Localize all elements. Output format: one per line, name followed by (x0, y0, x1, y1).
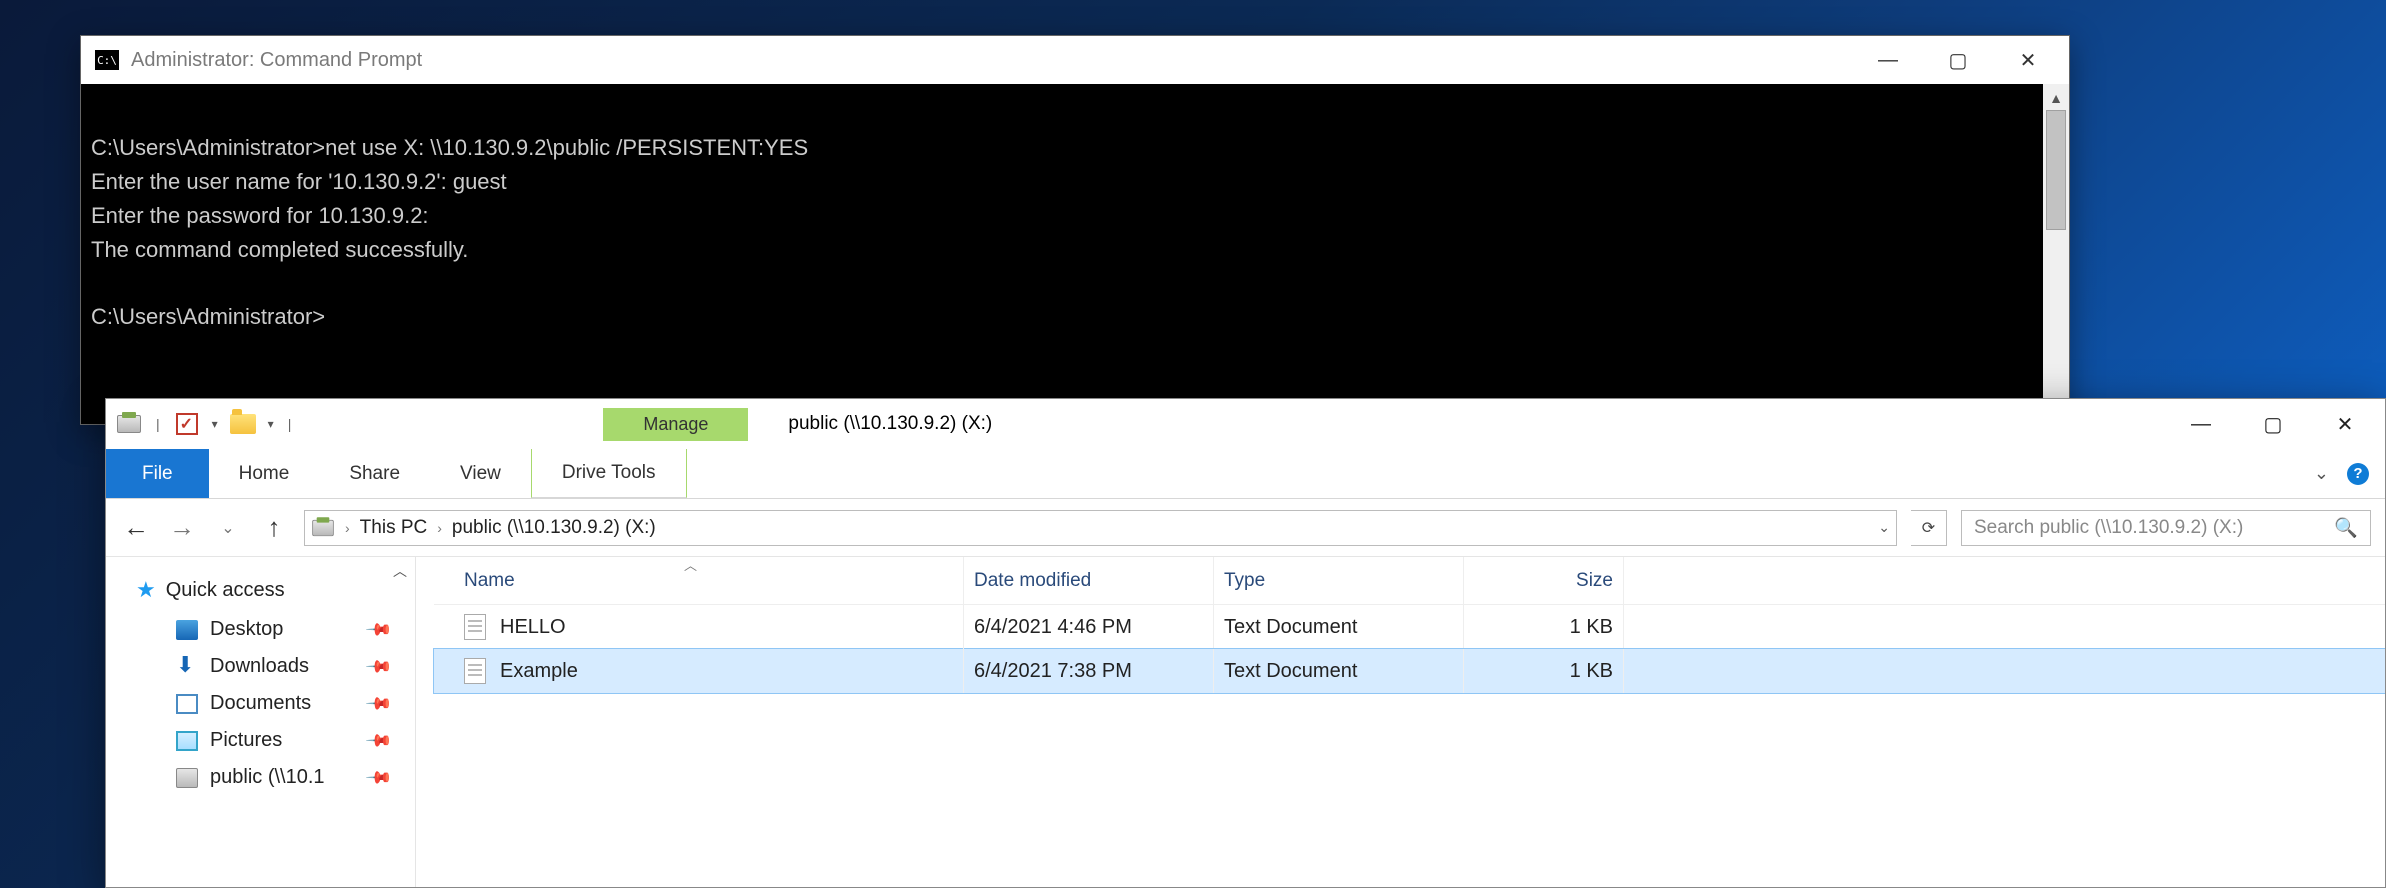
col-date[interactable]: Date modified (964, 557, 1214, 604)
back-button[interactable]: ← (120, 512, 152, 543)
qat-sep: | (156, 416, 160, 432)
maximize-button[interactable]: ▢ (2237, 399, 2309, 449)
address-bar-row: ← → ⌄ ↑ › This PC › public (\\10.130.9.2… (106, 499, 2385, 557)
col-size[interactable]: Size (1464, 557, 1624, 604)
downloads-icon: ⬇ (176, 657, 198, 677)
refresh-button[interactable]: ⟳ (1911, 510, 1947, 546)
pin-icon: 📌 (364, 652, 393, 681)
col-date-label: Date modified (974, 570, 1091, 592)
chevron-right-icon[interactable]: › (437, 520, 442, 536)
navigation-pane[interactable]: ︿ ★ Quick access Desktop 📌 ⬇ Downloads 📌 (106, 557, 416, 887)
folder-icon[interactable] (230, 413, 256, 435)
ribbon-collapse-icon[interactable]: ⌄ (2314, 463, 2329, 484)
nav-label: public (\\10.1 (210, 766, 325, 789)
tab-home[interactable]: Home (209, 449, 320, 498)
qat-customize-icon[interactable]: ▾ (268, 417, 274, 431)
nav-quick-access[interactable]: ★ Quick access (136, 569, 415, 611)
breadcrumb-location[interactable]: public (\\10.130.9.2) (X:) (452, 517, 656, 539)
star-icon: ★ (136, 577, 156, 603)
file-name: HELLO (500, 616, 566, 639)
nav-item-public-drive[interactable]: public (\\10.1 📌 (136, 759, 415, 796)
text-file-icon (464, 614, 486, 640)
explorer-titlebar[interactable]: | ▾ ▾ | Manage public (\\10.130.9.2) (X:… (106, 399, 2385, 449)
location-drive-icon (312, 519, 334, 535)
address-dropdown-icon[interactable]: ⌄ (1878, 519, 1890, 536)
search-placeholder: Search public (\\10.130.9.2) (X:) (1974, 517, 2243, 539)
chevron-down-icon[interactable]: ▾ (212, 417, 218, 431)
qat-sep2: | (288, 416, 292, 432)
drive-icon[interactable] (116, 413, 142, 435)
scroll-up-icon[interactable]: ︿ (393, 561, 407, 581)
minimize-button[interactable]: — (2165, 399, 2237, 449)
file-type: Text Document (1214, 605, 1464, 649)
file-name: Example (500, 660, 578, 683)
nav-item-downloads[interactable]: ⬇ Downloads 📌 (136, 648, 415, 685)
address-bar[interactable]: › This PC › public (\\10.130.9.2) (X:) ⌄ (304, 510, 1897, 546)
cmd-title: Administrator: Command Prompt (131, 49, 422, 72)
pictures-icon (176, 731, 198, 751)
properties-icon[interactable] (174, 413, 200, 435)
tab-drive-tools[interactable]: Drive Tools (531, 449, 687, 498)
column-headers: Name ︿ Date modified Type Size (434, 557, 2385, 605)
pin-icon: 📌 (364, 615, 393, 644)
cmd-scrollbar[interactable]: ▲ (2043, 84, 2069, 424)
breadcrumb-this-pc[interactable]: This PC (360, 517, 428, 539)
scroll-thumb[interactable] (2046, 110, 2066, 230)
file-list-pane[interactable]: Name ︿ Date modified Type Size HELLO 6/4… (416, 557, 2385, 887)
nav-quick-label: Quick access (166, 579, 285, 602)
scroll-up-icon[interactable]: ▲ (2043, 88, 2069, 108)
nav-label: Desktop (210, 618, 283, 641)
pin-icon: 📌 (364, 726, 393, 755)
cmd-titlebar[interactable]: C:\ Administrator: Command Prompt — ▢ ✕ (81, 36, 2069, 84)
documents-icon (176, 694, 198, 714)
pin-icon: 📌 (364, 763, 393, 792)
col-name[interactable]: Name ︿ (434, 557, 964, 604)
minimize-button[interactable]: — (1853, 36, 1923, 84)
col-size-label: Size (1576, 570, 1613, 592)
chevron-right-icon[interactable]: › (345, 520, 350, 536)
command-prompt-window: C:\ Administrator: Command Prompt — ▢ ✕ … (80, 35, 2070, 425)
text-file-icon (464, 658, 486, 684)
file-row[interactable]: HELLO 6/4/2021 4:46 PM Text Document 1 K… (434, 605, 2385, 649)
nav-item-documents[interactable]: Documents 📌 (136, 685, 415, 722)
tab-file[interactable]: File (106, 449, 209, 498)
file-type: Text Document (1214, 649, 1464, 693)
col-name-label: Name (464, 570, 515, 592)
nav-label: Documents (210, 692, 311, 715)
window-title: public (\\10.130.9.2) (X:) (788, 413, 992, 435)
file-date: 6/4/2021 7:38 PM (964, 649, 1214, 693)
cmd-icon: C:\ (95, 50, 119, 70)
search-icon: 🔍 (2334, 516, 2358, 540)
pin-icon: 📌 (364, 689, 393, 718)
file-date: 6/4/2021 4:46 PM (964, 605, 1214, 649)
cmd-output[interactable]: C:\Users\Administrator>net use X: \\10.1… (81, 84, 2069, 424)
maximize-button[interactable]: ▢ (1923, 36, 1993, 84)
nav-label: Pictures (210, 729, 282, 752)
col-type-label: Type (1224, 570, 1265, 592)
network-drive-icon (176, 768, 198, 788)
nav-label: Downloads (210, 655, 309, 678)
desktop-icon (176, 620, 198, 640)
tab-view[interactable]: View (430, 449, 531, 498)
close-button[interactable]: ✕ (1993, 36, 2063, 84)
nav-item-pictures[interactable]: Pictures 📌 (136, 722, 415, 759)
contextual-tab-manage[interactable]: Manage (603, 408, 748, 441)
file-size: 1 KB (1464, 649, 1624, 693)
search-input[interactable]: Search public (\\10.130.9.2) (X:) 🔍 (1961, 510, 2371, 546)
explorer-window: | ▾ ▾ | Manage public (\\10.130.9.2) (X:… (105, 398, 2386, 888)
col-type[interactable]: Type (1214, 557, 1464, 604)
quick-access-toolbar: | ▾ ▾ | (116, 413, 293, 435)
forward-button[interactable]: → (166, 512, 198, 543)
cmd-text: C:\Users\Administrator>net use X: \\10.1… (91, 135, 808, 329)
file-row[interactable]: Example 6/4/2021 7:38 PM Text Document 1… (434, 649, 2385, 693)
help-icon[interactable]: ? (2347, 463, 2369, 485)
nav-item-desktop[interactable]: Desktop 📌 (136, 611, 415, 648)
up-button[interactable]: ↑ (258, 512, 290, 543)
file-size: 1 KB (1464, 605, 1624, 649)
ribbon: File Home Share View Drive Tools ⌄ ? (106, 449, 2385, 499)
recent-locations-icon[interactable]: ⌄ (212, 518, 244, 538)
close-button[interactable]: ✕ (2309, 399, 2381, 449)
tab-share[interactable]: Share (319, 449, 430, 498)
sort-indicator-icon: ︿ (684, 557, 697, 574)
